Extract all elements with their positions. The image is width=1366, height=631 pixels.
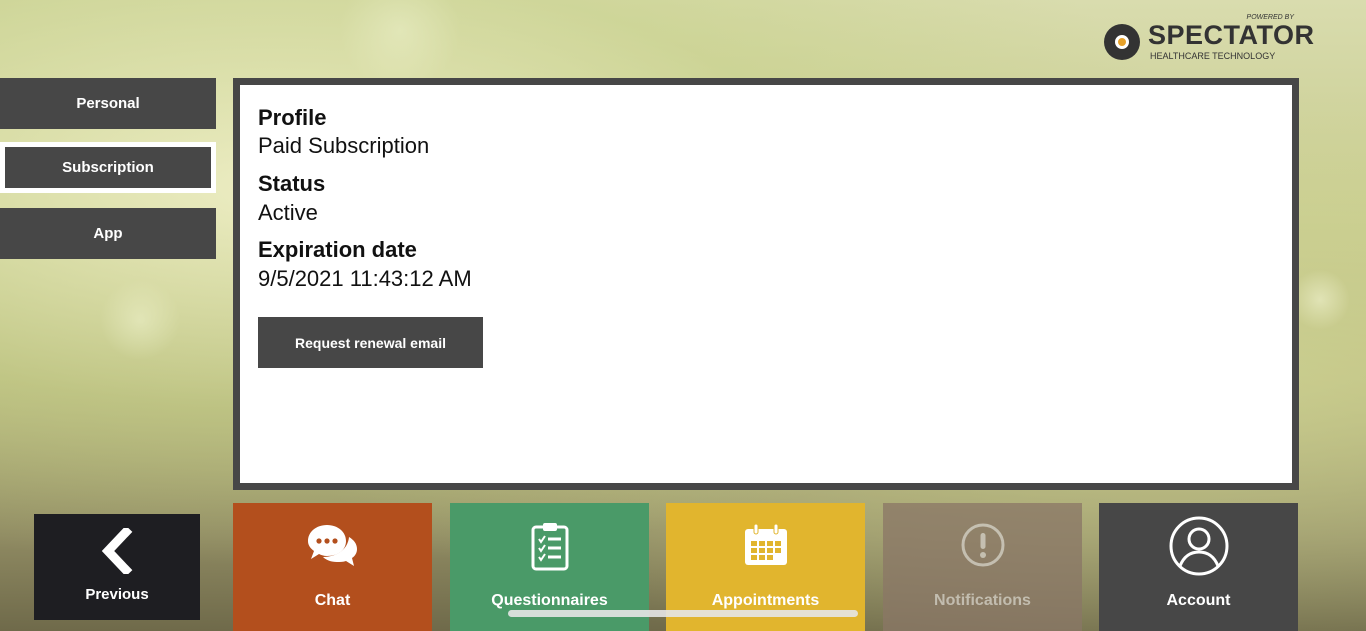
previous-button[interactable]: Previous [34,514,200,620]
spectator-logo: POWERED BY SPECTATOR HEALTHCARE TECHNOLO… [1104,14,1314,64]
sidebar-item-subscription[interactable]: Subscription [0,142,216,193]
profile-value: Paid Subscription [258,133,430,158]
sidebar-item-personal[interactable]: Personal [0,78,216,129]
previous-label: Previous [85,586,149,603]
subscription-panel: Profile Paid Subscription Status Active … [233,78,1299,490]
request-renewal-button[interactable]: Request renewal email [258,317,483,368]
logo-tagline: HEALTHCARE TECHNOLOGY [1150,51,1276,61]
nav-tile-label: Appointments [711,592,820,609]
sidebar-item-label: Personal [76,95,140,112]
status-value: Active [258,200,318,225]
nav-tile-label: Account [1166,592,1231,609]
nav-tile-label: Questionnaires [491,592,608,609]
nav-tile-label: Chat [314,592,351,609]
sidebar-item-label: Subscription [62,159,154,176]
nav-tile-chat[interactable]: Chat [233,503,432,631]
chat-bubbles-icon [307,525,357,566]
nav-tile-label: Notifications [934,592,1031,609]
sidebar-item-label: App [93,225,123,242]
spectator-logo-icon [1104,24,1140,60]
expiration-label: Expiration date [258,237,417,262]
logo-brand: SPECTATOR [1148,20,1315,50]
sidebar-item-app[interactable]: App [0,208,216,259]
status-label: Status [258,171,326,196]
request-renewal-label: Request renewal email [295,334,446,351]
chevron-left-icon [101,528,133,574]
profile-label: Profile [258,105,327,130]
nav-tile-account[interactable]: Account [1099,503,1298,631]
expiration-value: 9/5/2021 11:43:12 AM [258,266,472,291]
home-indicator[interactable] [508,610,858,617]
clipboard-checklist-icon [531,523,568,571]
calendar-icon [744,523,787,565]
user-circle-icon [1169,516,1228,576]
nav-tile-notifications[interactable]: Notifications [883,503,1082,631]
alert-circle-icon [961,523,1004,567]
subscription-panel-content: Profile Paid Subscription Status Active … [240,85,1292,483]
